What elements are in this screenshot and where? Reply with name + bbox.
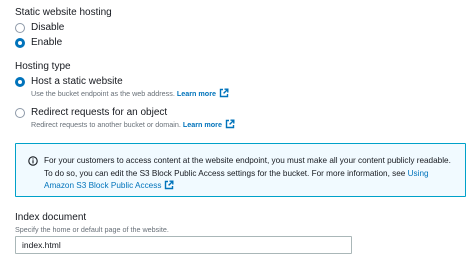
radio-redirect-requests[interactable]: Redirect requests for an object Redirect… — [15, 107, 235, 130]
radio-enable[interactable]: Enable — [15, 37, 62, 49]
external-link-icon — [225, 119, 235, 129]
info-icon — [28, 156, 38, 166]
hosting-type-label: Hosting type — [15, 61, 71, 72]
radio-disable[interactable]: Disable — [15, 22, 64, 34]
static-website-hosting-label: Static website hosting — [15, 7, 112, 18]
external-link-icon — [165, 180, 174, 190]
learn-more-link-host[interactable]: Learn more — [176, 88, 229, 98]
radio-host-static-website-label: Host a static website — [31, 76, 123, 87]
info-alert-text: For your customers to access content at … — [44, 155, 456, 193]
radio-redirect-requests-label: Redirect requests for an object — [31, 107, 168, 118]
radio-disable-label: Disable — [31, 22, 65, 33]
radio-host-static-website-description: Use the bucket endpoint as the web addre… — [31, 88, 229, 99]
index-document-label: Index document — [15, 212, 87, 223]
radio-disable-indicator[interactable] — [15, 23, 25, 33]
radio-enable-indicator[interactable] — [15, 38, 25, 48]
info-alert-message: For your customers to access content at … — [44, 156, 451, 178]
radio-host-static-website-indicator[interactable] — [15, 77, 25, 87]
radio-host-static-website[interactable]: Host a static website Use the bucket end… — [15, 76, 229, 99]
radio-redirect-requests-description: Redirect requests to another bucket or d… — [31, 119, 235, 130]
learn-more-link-redirect-label: Learn more — [182, 120, 222, 129]
learn-more-link-host-label: Learn more — [176, 89, 216, 98]
block-public-access-info-alert: For your customers to access content at … — [15, 143, 466, 197]
learn-more-link-redirect[interactable]: Learn more — [182, 119, 235, 129]
radio-enable-label: Enable — [31, 37, 63, 48]
external-link-icon — [219, 88, 229, 98]
host-static-website-description-text: Use the bucket endpoint as the web addre… — [31, 89, 175, 98]
index-document-description: Specify the home or default page of the … — [15, 225, 169, 234]
static-website-hosting-form: Static website hosting Disable Enable Ho… — [0, 0, 474, 259]
index-document-input[interactable] — [15, 236, 352, 254]
redirect-requests-description-text: Redirect requests to another bucket or d… — [31, 120, 181, 129]
radio-redirect-requests-indicator[interactable] — [15, 108, 25, 118]
